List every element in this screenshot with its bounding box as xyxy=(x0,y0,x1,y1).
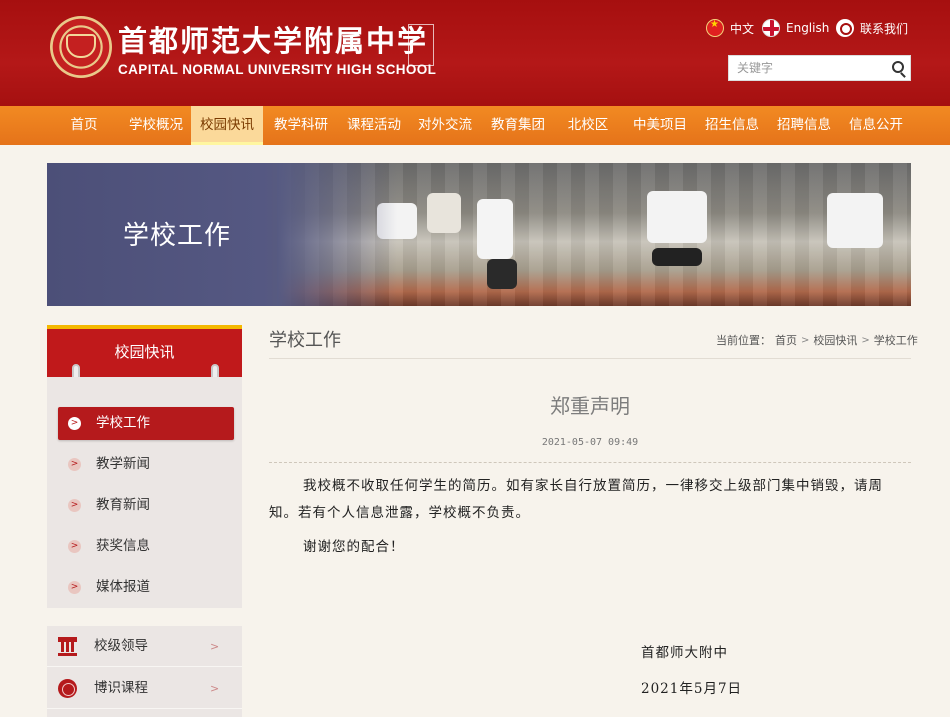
nav-home[interactable]: 首页 xyxy=(61,106,107,145)
chevron-right-icon: > xyxy=(68,581,81,594)
building-icon xyxy=(58,637,77,656)
article-sign-date: 2021年5月7日 xyxy=(641,681,743,697)
breadcrumb-campus-news[interactable]: 校园快讯 xyxy=(813,332,857,348)
breadcrumb-home[interactable]: 首页 xyxy=(775,332,797,348)
lang-english-label: English xyxy=(786,21,830,35)
chevron-right-icon: > xyxy=(801,334,810,346)
nav-jobs[interactable]: 招聘信息 xyxy=(772,106,836,145)
nav-us-program[interactable]: 中美项目 xyxy=(628,106,692,145)
article-title: 郑重声明 xyxy=(550,394,630,418)
sidebar-item-label: 学校工作 xyxy=(96,415,150,431)
globe-icon xyxy=(58,679,77,698)
nav-exchange[interactable]: 对外交流 xyxy=(413,106,477,145)
sidebar-item-teaching-news[interactable]: > 教学新闻 xyxy=(58,448,234,481)
sidebar-item-label: 教学新闻 xyxy=(96,456,150,472)
divider xyxy=(269,358,911,359)
divider xyxy=(269,462,911,463)
search-icon[interactable] xyxy=(892,61,904,73)
contact-us-label: 联系我们 xyxy=(860,21,909,36)
search-input[interactable] xyxy=(729,56,879,80)
sidebar-quick-links: 校级领导 > 博识课程 > xyxy=(47,626,242,717)
nav-about[interactable]: 学校概况 xyxy=(124,106,188,145)
contact-us-link[interactable]: 联系我们 xyxy=(836,18,908,38)
nav-teaching-research[interactable]: 教学科研 xyxy=(269,106,333,145)
sidebar-item-awards[interactable]: > 获奖信息 xyxy=(58,530,234,563)
link-label: 校级领导 xyxy=(94,638,148,654)
calligraphy-mark xyxy=(408,24,434,66)
chevron-right-icon: > xyxy=(210,640,220,653)
sidebar-item-label: 获奖信息 xyxy=(96,538,150,554)
article-paragraph: 谢谢您的配合！ xyxy=(303,539,405,555)
nav-campus-news[interactable]: 校园快讯 xyxy=(191,106,263,145)
chevron-right-icon: > xyxy=(68,417,81,430)
banner-title: 学校工作 xyxy=(123,221,232,251)
breadcrumb: 当前位置： 首页 > 校园快讯 > 学校工作 xyxy=(716,332,918,348)
breadcrumb-prefix: 当前位置： xyxy=(716,334,771,347)
article-date: 2021-05-07 09:49 xyxy=(541,437,639,448)
school-seal-logo[interactable] xyxy=(50,16,112,78)
school-name-cn[interactable]: 首都师范大学附属中学 xyxy=(118,18,428,60)
link-courses[interactable]: 博识课程 > xyxy=(47,668,242,709)
chevron-right-icon: > xyxy=(68,458,81,471)
sidebar-list: > 学校工作 > 教学新闻 > 教育新闻 > 获奖信息 > 媒体报道 xyxy=(47,377,242,608)
nav-edu-group[interactable]: 教育集团 xyxy=(486,106,550,145)
site-header: 首都师范大学附属中学 CAPITAL NORMAL UNIVERSITY HIG… xyxy=(0,0,950,106)
chevron-right-icon: > xyxy=(68,540,81,553)
article-paragraph: 我校概不收取任何学生的简历。如有家长自行放置简历，一律移交上级部门集中销毁，请周… xyxy=(269,478,883,521)
contact-icon xyxy=(836,19,854,37)
main-nav: 首页 学校概况 校园快讯 教学科研 课程活动 对外交流 教育集团 北校区 中美项… xyxy=(0,106,950,145)
lang-chinese-link[interactable]: 中文 xyxy=(706,18,754,38)
chevron-right-icon: > xyxy=(861,334,870,346)
breadcrumb-school-work[interactable]: 学校工作 xyxy=(874,332,918,348)
nav-admissions[interactable]: 招生信息 xyxy=(700,106,764,145)
chevron-right-icon: > xyxy=(68,499,81,512)
lang-english-link[interactable]: English xyxy=(762,18,829,38)
section-title: 学校工作 xyxy=(269,330,341,351)
sidebar-item-school-work[interactable]: > 学校工作 xyxy=(58,407,234,440)
search-box xyxy=(728,55,911,81)
link-label: 博识课程 xyxy=(94,680,148,696)
article-signature: 首都师大附中 xyxy=(641,645,728,661)
nav-disclosure[interactable]: 信息公开 xyxy=(844,106,908,145)
sidebar-item-education-news[interactable]: > 教育新闻 xyxy=(58,489,234,522)
nav-course-activities[interactable]: 课程活动 xyxy=(342,106,406,145)
china-flag-icon xyxy=(706,19,724,37)
nav-north-campus[interactable]: 北校区 xyxy=(562,106,614,145)
sidebar-item-label: 媒体报道 xyxy=(96,579,150,595)
school-name-en: CAPITAL NORMAL UNIVERSITY HIGH SCHOOL xyxy=(118,62,437,77)
page-banner: 学校工作 xyxy=(47,163,911,306)
sidebar-item-label: 教育新闻 xyxy=(96,497,150,513)
sidebar-item-media[interactable]: > 媒体报道 xyxy=(58,571,234,604)
english-flag-icon xyxy=(762,19,780,37)
link-school-leaders[interactable]: 校级领导 > xyxy=(47,626,242,667)
chevron-right-icon: > xyxy=(210,682,220,695)
lang-chinese-label: 中文 xyxy=(730,21,755,36)
